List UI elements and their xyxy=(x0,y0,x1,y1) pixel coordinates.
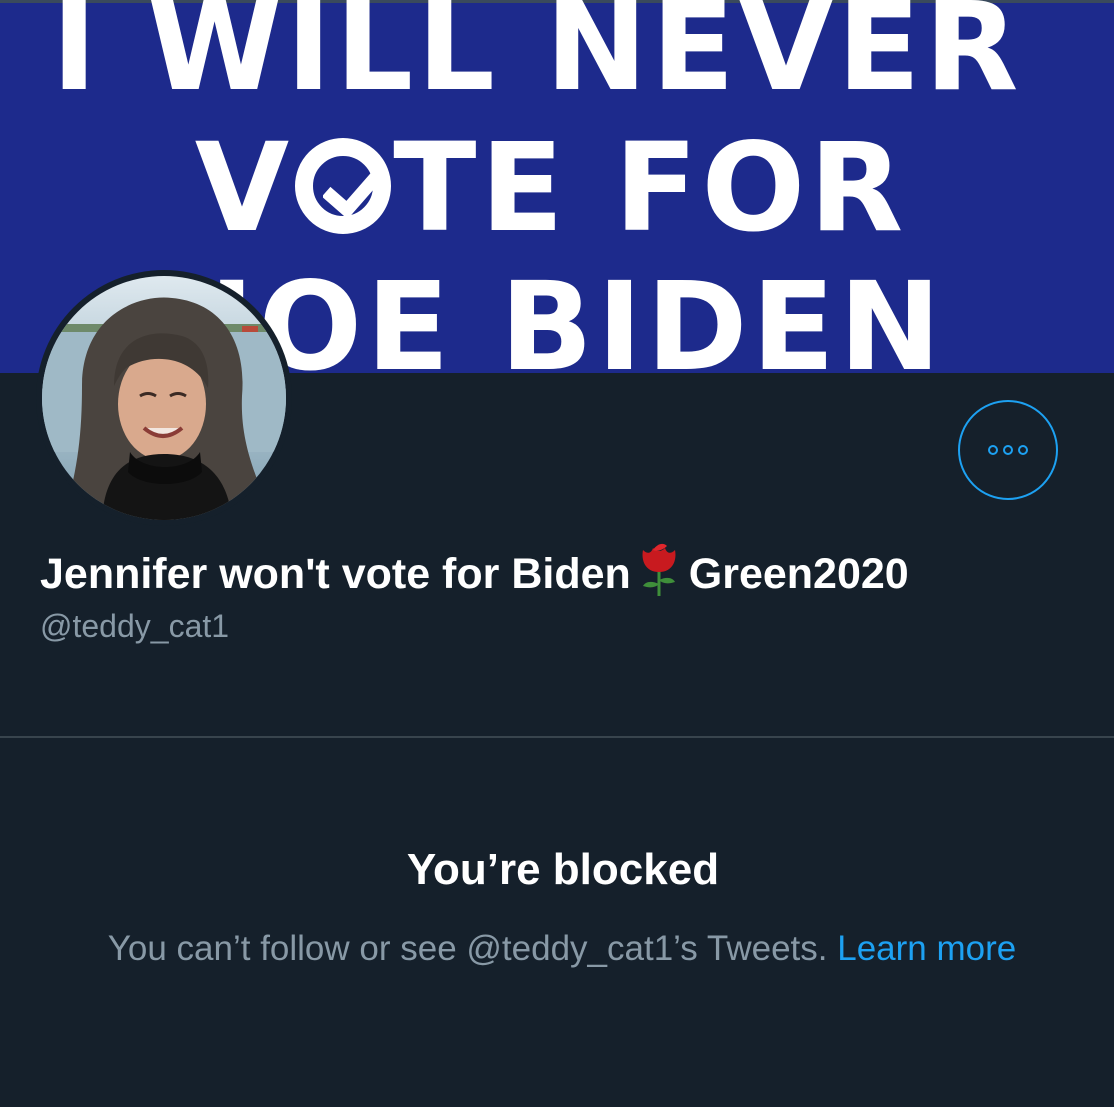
display-name-suffix: Green2020 xyxy=(688,550,909,598)
display-name-text: Jennifer won't vote for Biden xyxy=(40,550,631,598)
dot-icon xyxy=(1003,445,1013,455)
banner-text-line-2: V TE FOR xyxy=(0,127,1108,249)
more-icon xyxy=(988,445,1028,455)
learn-more-link[interactable]: Learn more xyxy=(837,929,1016,968)
banner-text-suffix: TE FOR xyxy=(393,117,908,259)
dot-icon xyxy=(1018,445,1028,455)
blocked-message-text: You can’t follow or see @teddy_cat1’s Tw… xyxy=(107,929,828,968)
checkmark-icon xyxy=(295,138,392,234)
avatar-photo xyxy=(42,276,286,520)
more-options-button[interactable] xyxy=(958,400,1058,500)
blocked-message: You can’t follow or see @teddy_cat1’s Tw… xyxy=(0,926,1114,972)
avatar[interactable] xyxy=(36,270,292,526)
profile-page: I WILL NEVER V TE FOR JOE BIDEN Jennifer… xyxy=(0,0,1114,1107)
banner-text-prefix: V xyxy=(194,117,294,259)
banner-text-line-1: I WILL NEVER xyxy=(51,0,1023,118)
blocked-title: You’re blocked xyxy=(406,845,720,894)
dot-icon xyxy=(988,445,998,455)
display-name: Jennifer won't vote for Biden Green2020 xyxy=(40,540,909,614)
user-handle: @teddy_cat1 xyxy=(40,608,230,644)
divider xyxy=(0,736,1114,738)
rose-icon xyxy=(637,540,681,614)
